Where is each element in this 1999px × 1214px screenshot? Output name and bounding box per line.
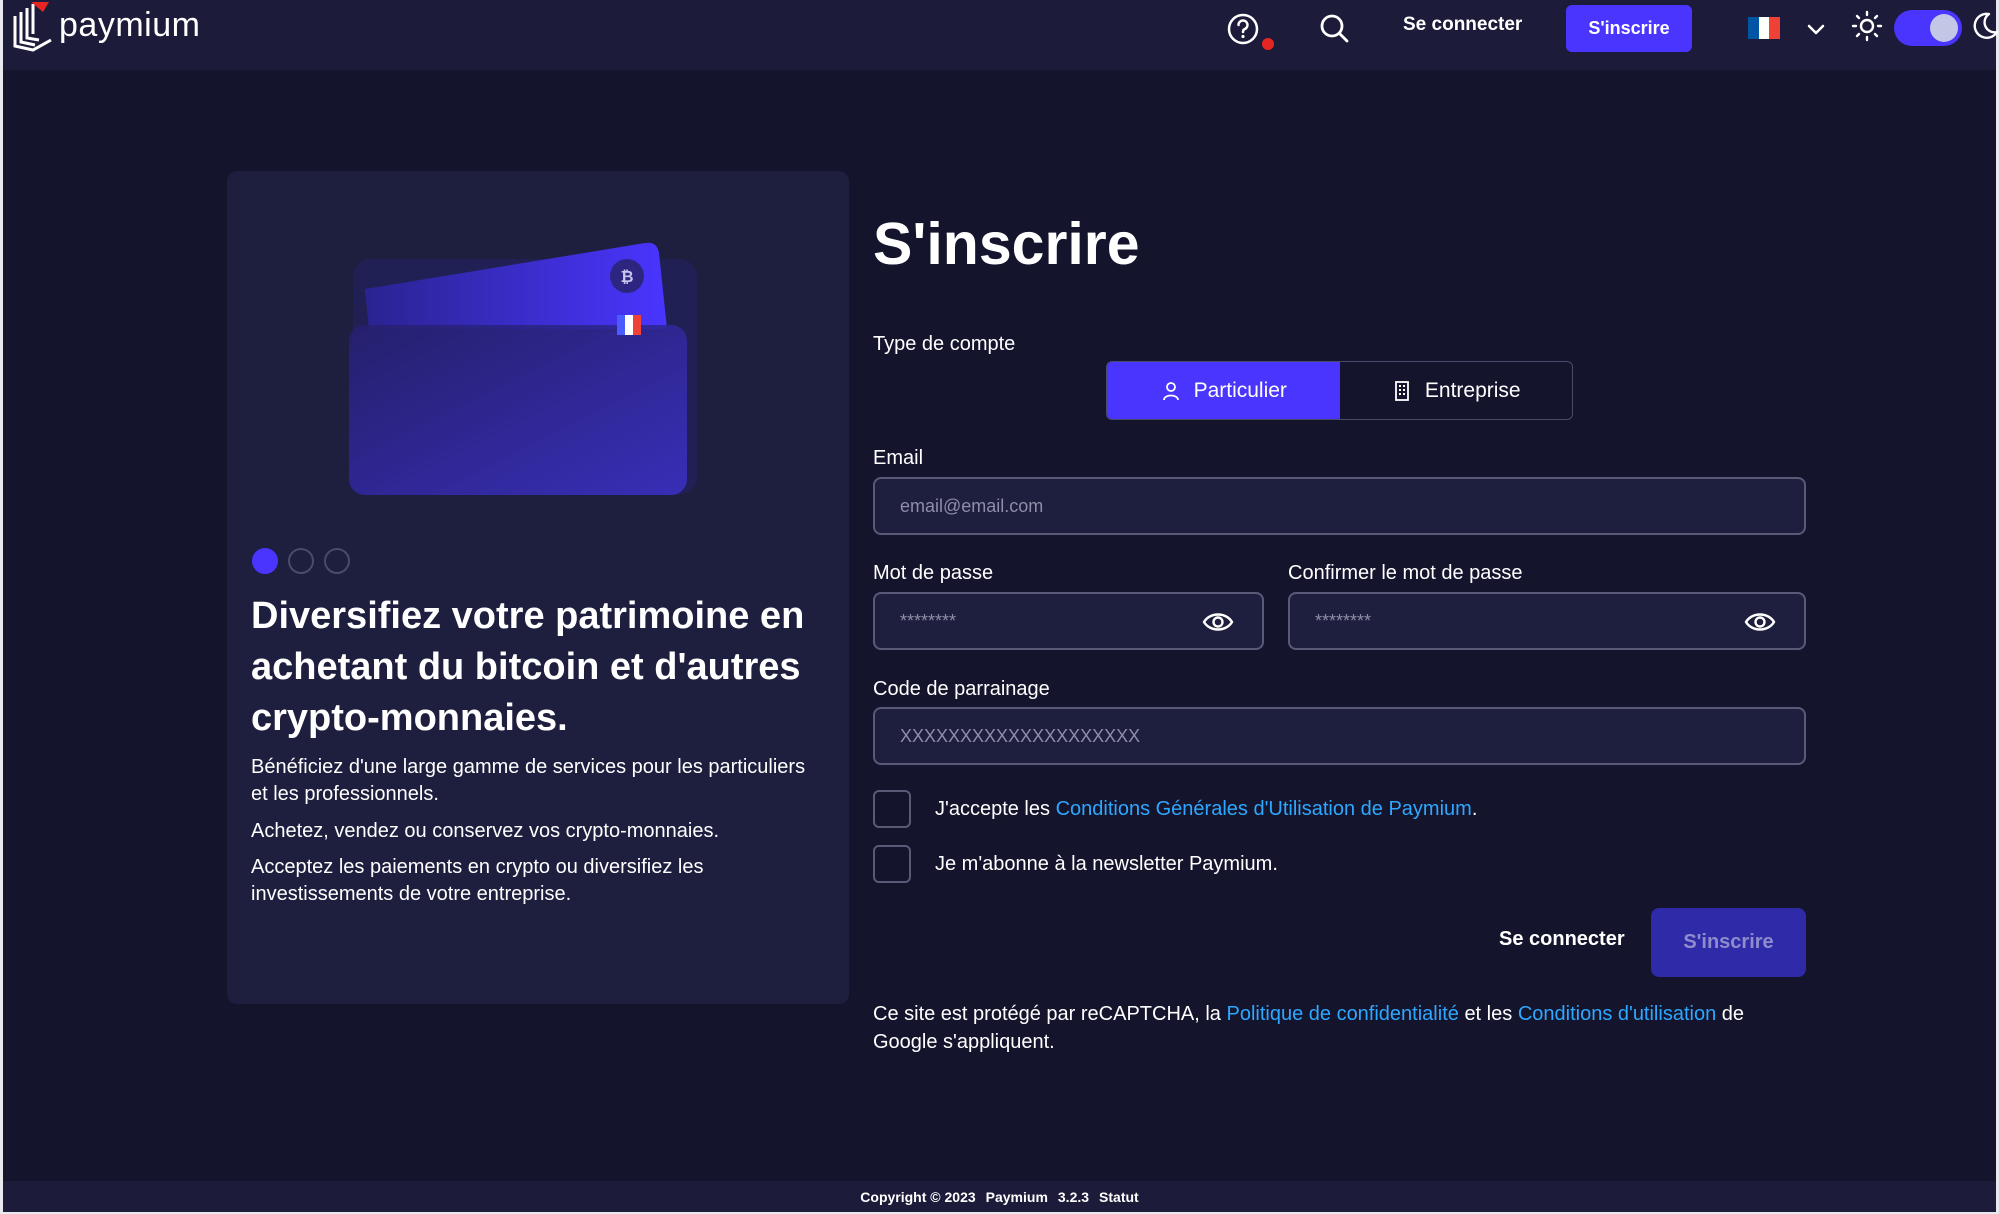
svg-text:₿: ₿ (620, 267, 633, 286)
recaptcha-notice: Ce site est protégé par reCAPTCHA, la Po… (873, 1000, 1813, 1056)
newsletter-checkbox-row: Je m'abonne à la newsletter Paymium. (873, 845, 1278, 883)
promo-card: ₿ Diversifiez votre patrimoine en acheta… (227, 171, 849, 1004)
notification-dot (1262, 38, 1274, 50)
nav-login-link[interactable]: Se connecter (1403, 14, 1522, 36)
account-type-selector: Particulier Entreprise (1106, 361, 1573, 420)
password-field[interactable]: ******** (873, 592, 1264, 650)
window-frame-left (0, 0, 3, 1214)
terms-prefix: J'accepte les (935, 797, 1050, 820)
carousel-dots (252, 548, 350, 574)
terms-link[interactable]: Conditions Générales d'Utilisation de Pa… (1056, 798, 1472, 821)
email-placeholder: email@email.com (900, 495, 1044, 516)
account-type-company[interactable]: Entreprise (1340, 362, 1573, 419)
account-type-company-label: Entreprise (1424, 378, 1521, 402)
email-label: Email (873, 447, 924, 469)
terms-checkbox[interactable] (873, 790, 911, 828)
confirm-password-field[interactable]: ******** (1288, 592, 1806, 650)
carousel-dot-3[interactable] (324, 548, 350, 574)
recaptcha-text-1: Ce site est protégé par reCAPTCHA, la (873, 1003, 1221, 1025)
brand-name: paymium (59, 5, 201, 44)
wallet-illustration: ₿ (349, 242, 697, 495)
footer-status-link[interactable]: Statut (1099, 1189, 1139, 1205)
account-type-label: Type de compte (873, 333, 1016, 355)
eye-icon[interactable] (1744, 609, 1776, 635)
google-terms-link[interactable]: Conditions d'utilisation (1518, 1003, 1716, 1025)
building-icon (1394, 380, 1409, 401)
carousel-dot-1[interactable] (252, 548, 278, 574)
chevron-down-icon[interactable] (1805, 18, 1827, 40)
theme-toggle-knob (1930, 14, 1958, 42)
promo-paragraph-2: Achetez, vendez ou conservez vos crypto-… (251, 820, 720, 842)
footer-brand: Paymium (985, 1188, 1048, 1205)
signup-submit-button[interactable]: S'inscrire (1651, 908, 1806, 977)
theme-toggle[interactable] (1894, 10, 1962, 46)
moon-icon (1973, 12, 1999, 39)
brand-logo[interactable]: paymium (9, 2, 200, 52)
password-placeholder: ******** (900, 610, 957, 631)
terms-suffix: . (1471, 797, 1478, 820)
promo-paragraph-3: Acceptez les paiements en crypto ou dive… (251, 856, 704, 905)
password-label: Mot de passe (873, 562, 994, 584)
language-flag-icon[interactable] (1748, 17, 1781, 39)
help-icon[interactable] (1225, 11, 1261, 47)
referral-code-label: Code de parrainage (873, 678, 1050, 700)
paymium-logo-icon (13, 2, 52, 52)
referral-code-field[interactable]: XXXXXXXXXXXXXXXXXXXX (873, 707, 1806, 765)
top-navbar: paymium Se connecter S'inscrire (3, 0, 1999, 70)
nav-signup-button[interactable]: S'inscrire (1566, 5, 1692, 52)
terms-checkbox-row: J'accepte les Conditions Générales d'Uti… (873, 790, 1477, 828)
confirm-password-placeholder: ******** (1315, 610, 1372, 631)
eye-icon[interactable] (1202, 609, 1234, 635)
user-icon (1162, 381, 1179, 400)
carousel-dot-2[interactable] (288, 548, 314, 574)
account-type-individual-label: Particulier (1193, 378, 1287, 402)
search-icon[interactable] (1317, 11, 1351, 45)
email-field[interactable]: email@email.com (873, 477, 1806, 535)
promo-paragraph-1: Bénéficiez d'une large gamme de services… (251, 756, 806, 805)
login-link[interactable]: Se connecter (1499, 928, 1625, 951)
newsletter-checkbox[interactable] (873, 845, 911, 883)
footer-version: 3.2.3 (1057, 1188, 1090, 1205)
sun-icon (1851, 10, 1883, 42)
confirm-password-label: Confirmer le mot de passe (1288, 562, 1523, 584)
account-type-individual[interactable]: Particulier (1107, 362, 1340, 419)
recaptcha-text-2: et les (1464, 1003, 1513, 1025)
footer-copyright: Copyright © 2023 (860, 1188, 976, 1205)
footer: Copyright © 2023 Paymium 3.2.3 Statut (3, 1181, 1996, 1212)
privacy-policy-link[interactable]: Politique de confidentialité (1226, 1003, 1458, 1025)
promo-heading: Diversifiez votre patrimoine en achetant… (251, 595, 805, 739)
page-title: S'inscrire (873, 211, 1140, 277)
referral-code-placeholder: XXXXXXXXXXXXXXXXXXXX (900, 725, 1141, 746)
newsletter-label: Je m'abonne à la newsletter Paymium. (935, 852, 1278, 875)
